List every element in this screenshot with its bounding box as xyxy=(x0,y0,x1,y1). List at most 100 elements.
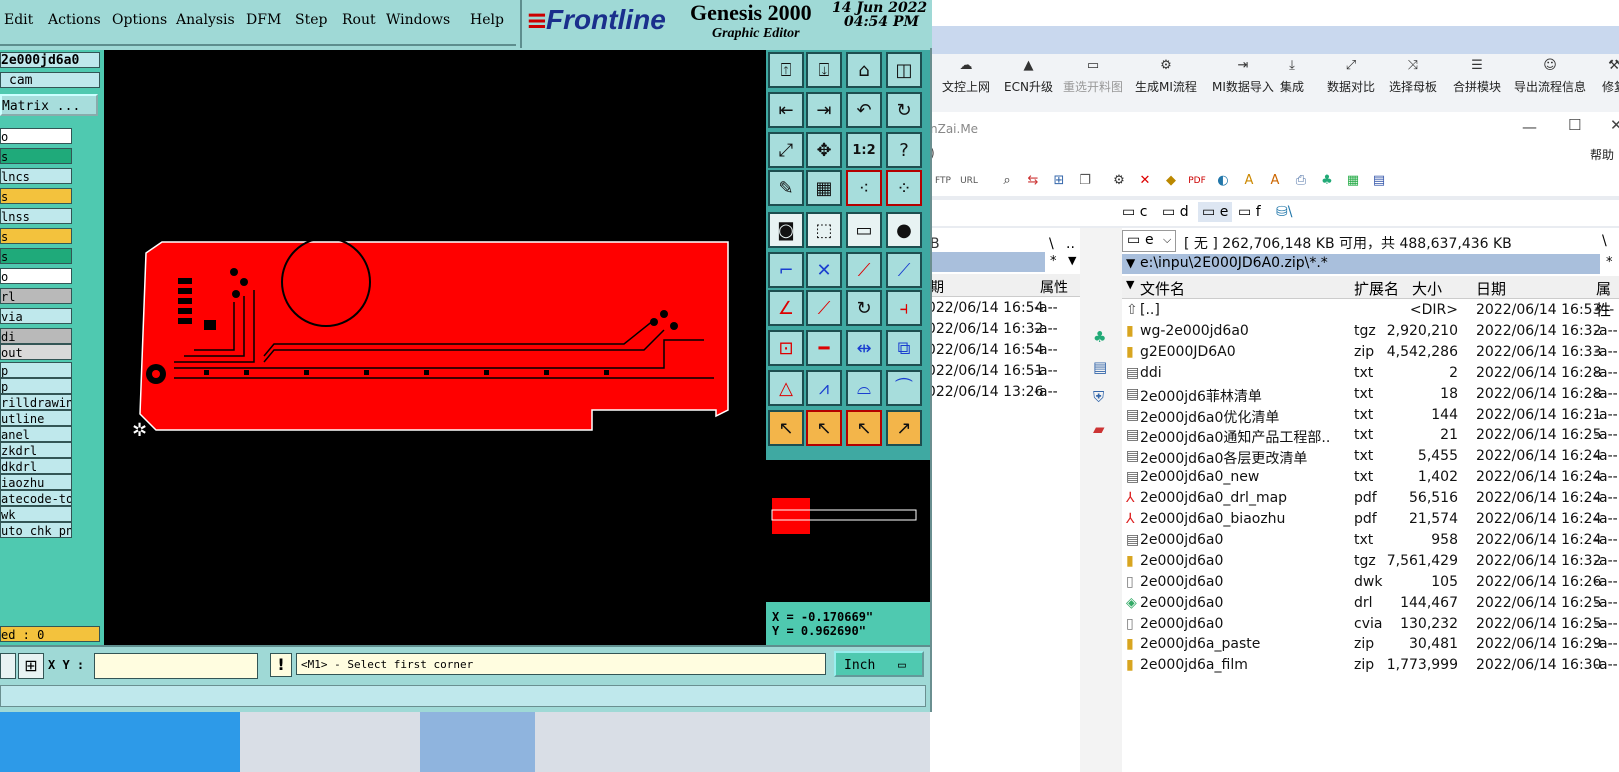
pointer-net-icon[interactable]: ↗ xyxy=(886,410,922,446)
drive-button-d[interactable]: ▭ d xyxy=(1162,204,1189,220)
layer-item[interactable]: iaozhu xyxy=(0,474,72,490)
left-filter[interactable]: * xyxy=(1050,254,1057,269)
palette-icon[interactable]: ✎ xyxy=(768,170,804,206)
ftp-icon[interactable]: FTP xyxy=(934,172,952,190)
font-a-icon[interactable]: A xyxy=(1266,172,1284,190)
ruler-icon[interactable]: ▭ xyxy=(846,212,882,248)
drive-combo[interactable]: ▭ e ⌵ xyxy=(1122,230,1176,252)
menu-step[interactable]: Step xyxy=(295,12,327,28)
layer-item[interactable]: s xyxy=(0,188,72,204)
drive-button-e[interactable]: ▭ e xyxy=(1198,202,1233,222)
ribbon-button-mi-import[interactable]: ⇥ MI数据导入 xyxy=(1212,58,1274,108)
layer-item[interactable]: out xyxy=(0,344,72,360)
col-date[interactable]: 日期 xyxy=(1476,278,1506,299)
layer-item[interactable]: anel xyxy=(0,426,72,442)
snap-center-icon[interactable]: ⁘ xyxy=(886,170,922,206)
maximize-button[interactable]: ☐ xyxy=(1568,116,1581,134)
ribbon-button-merge-modules[interactable]: ☰ 合拼模块 xyxy=(1453,58,1501,108)
graphic-canvas[interactable]: ✲ xyxy=(104,50,766,645)
snap-icon[interactable]: ⁖ xyxy=(846,170,882,206)
layer-item[interactable]: di xyxy=(0,328,72,344)
layer-item[interactable]: uto_chk_pn: xyxy=(0,522,72,538)
network-drive-button[interactable]: ⛁\ xyxy=(1276,204,1292,220)
ribbon-button-ecn[interactable]: ▲ ECN升级 xyxy=(1004,58,1053,108)
wave-icon[interactable]: ⏜ xyxy=(886,370,922,406)
excel-icon[interactable]: ▦ xyxy=(1344,172,1362,190)
menu-analysis[interactable]: Analysis xyxy=(176,12,235,28)
ribbon-button-integrate[interactable]: ⤓ 集成 xyxy=(1280,58,1304,108)
mini-map[interactable] xyxy=(766,460,930,602)
connect-icon[interactable]: ⌐ xyxy=(768,252,804,288)
layer-item[interactable]: zkdrl xyxy=(0,442,72,458)
select-box-icon[interactable]: ◙ xyxy=(768,212,804,248)
menu-help[interactable]: 帮助 xyxy=(1590,146,1614,163)
refresh-icon[interactable]: ◐ xyxy=(1214,172,1232,190)
mode-button[interactable] xyxy=(0,653,16,679)
word-icon[interactable]: ▤ xyxy=(1370,172,1388,190)
arch-icon[interactable]: ⌓ xyxy=(846,370,882,406)
print-icon[interactable]: ⎙ xyxy=(1292,172,1310,190)
url-icon[interactable]: URL xyxy=(960,172,978,190)
layer-item[interactable]: rilldrawing xyxy=(0,394,72,410)
sync-icon[interactable]: ⇆ xyxy=(1024,172,1042,190)
input-icon[interactable]: ⇤ xyxy=(768,92,804,128)
overlap-icon[interactable]: ⧉ xyxy=(886,330,922,366)
file-row[interactable]: ▮ 2e000jd6a_film zip 1,773,999 2022/06/14 16… xyxy=(1122,655,1619,676)
copy-icon[interactable]: ❐ xyxy=(1076,172,1094,190)
layer-item[interactable]: s xyxy=(0,148,72,164)
col-ext[interactable]: 扩展名 xyxy=(1354,278,1399,299)
spacing-icon[interactable]: ⇹ xyxy=(846,330,882,366)
file-row[interactable]: ▤ 2e000jd6a0通知产品工程部.. txt 21 2022/06/14 16:2… xyxy=(1122,425,1619,446)
ribbon-button-compare[interactable]: ⤢ 数据对比 xyxy=(1327,58,1375,108)
slope-icon[interactable]: ⟋ xyxy=(806,290,842,326)
file-row[interactable]: ⅄ 2e000jd6a0_drl_map pdf 56,516 2022/06/14 1… xyxy=(1122,488,1619,509)
drive-button-f[interactable]: ▭ f xyxy=(1238,204,1261,220)
left-up-button[interactable]: .. xyxy=(1066,236,1075,252)
output-icon[interactable]: ⇥ xyxy=(806,92,842,128)
xy-input[interactable] xyxy=(94,653,258,679)
zoom-home-icon[interactable]: ✥ xyxy=(806,132,842,168)
rotate-icon[interactable]: ↻ xyxy=(846,290,882,326)
left-root-button[interactable]: \ xyxy=(1049,236,1054,252)
network-neighborhood-icon[interactable]: ♣ xyxy=(1093,328,1106,346)
layer-item[interactable]: dkdrl xyxy=(0,458,72,474)
file-row[interactable]: ▤ 2e000jd6a0优化清单 txt 144 2022/06/14 16:21 -a-… xyxy=(1122,405,1619,426)
measure-icon[interactable]: ⬚ xyxy=(806,212,842,248)
layer-item[interactable]: s xyxy=(0,228,72,244)
units-selector[interactable]: Inch ▭ xyxy=(834,651,924,677)
menu-dfm[interactable]: DFM xyxy=(246,12,281,28)
delete-icon[interactable]: ✕ xyxy=(1136,172,1154,190)
layer-item[interactable]: wk xyxy=(0,506,72,522)
file-row[interactable]: ▮ 2e000jd6a_paste zip 30,481 2022/06/14 16:2… xyxy=(1122,634,1619,655)
menu-actions[interactable]: Actions xyxy=(48,12,101,28)
menu-windows[interactable]: Windows xyxy=(386,12,450,28)
file-row[interactable]: ▤ ddi txt 2 2022/06/14 16:28 -a-- xyxy=(1122,363,1619,384)
peak-icon[interactable]: ⩘ xyxy=(806,370,842,406)
ribbon-button-select-board[interactable]: ⤨ 选择母板 xyxy=(1389,58,1437,108)
alert-icon[interactable]: ! xyxy=(270,653,292,677)
ribbon-button-fix[interactable]: ⚒修复 xyxy=(1602,58,1619,108)
layer-item[interactable]: p xyxy=(0,362,72,378)
right-filter[interactable]: * xyxy=(1606,255,1613,270)
file-row[interactable]: ▯ 2e000jd6a0 dwk 105 2022/06/14 16:26 -a-- xyxy=(1122,572,1619,593)
menu-help[interactable]: Help xyxy=(470,12,504,28)
redraw-icon[interactable]: ↻ xyxy=(886,92,922,128)
layer-item[interactable]: lncs xyxy=(0,168,72,184)
history-dropdown-icon[interactable]: ▼ xyxy=(1126,256,1135,270)
layer-item[interactable]: o xyxy=(0,268,72,284)
line-end-icon[interactable]: ⟋ xyxy=(886,252,922,288)
window-icon[interactable]: ◫ xyxy=(886,52,922,88)
tree-icon[interactable]: ⊞ xyxy=(1050,172,1068,190)
layer-item[interactable]: rl xyxy=(0,288,72,304)
file-row[interactable]: ⇧ [..] <DIR> 2022/06/14 16:53 ---- xyxy=(1122,300,1619,321)
ribbon-button-reselect-cut[interactable]: ▭ 重选开料图 xyxy=(1063,58,1123,108)
file-row[interactable]: ▮ 2e000jd6a0 tgz 7,561,429 2022/06/14 16:32-… xyxy=(1122,551,1619,572)
layer-item[interactable]: via xyxy=(0,308,72,324)
left-col-attr[interactable]: 属性 xyxy=(1040,277,1068,297)
file-row[interactable]: ▮ wg-2e000jd6a0 tgz 2,920,210 2022/06/14 16:… xyxy=(1122,321,1619,342)
layer-item[interactable]: o xyxy=(0,128,72,144)
pad-select-icon[interactable]: ⊡ xyxy=(768,330,804,366)
layer-item[interactable]: atecode-to xyxy=(0,490,72,506)
help-icon[interactable]: ? xyxy=(886,132,922,168)
settings-icon[interactable]: ⚙ xyxy=(1110,172,1128,190)
